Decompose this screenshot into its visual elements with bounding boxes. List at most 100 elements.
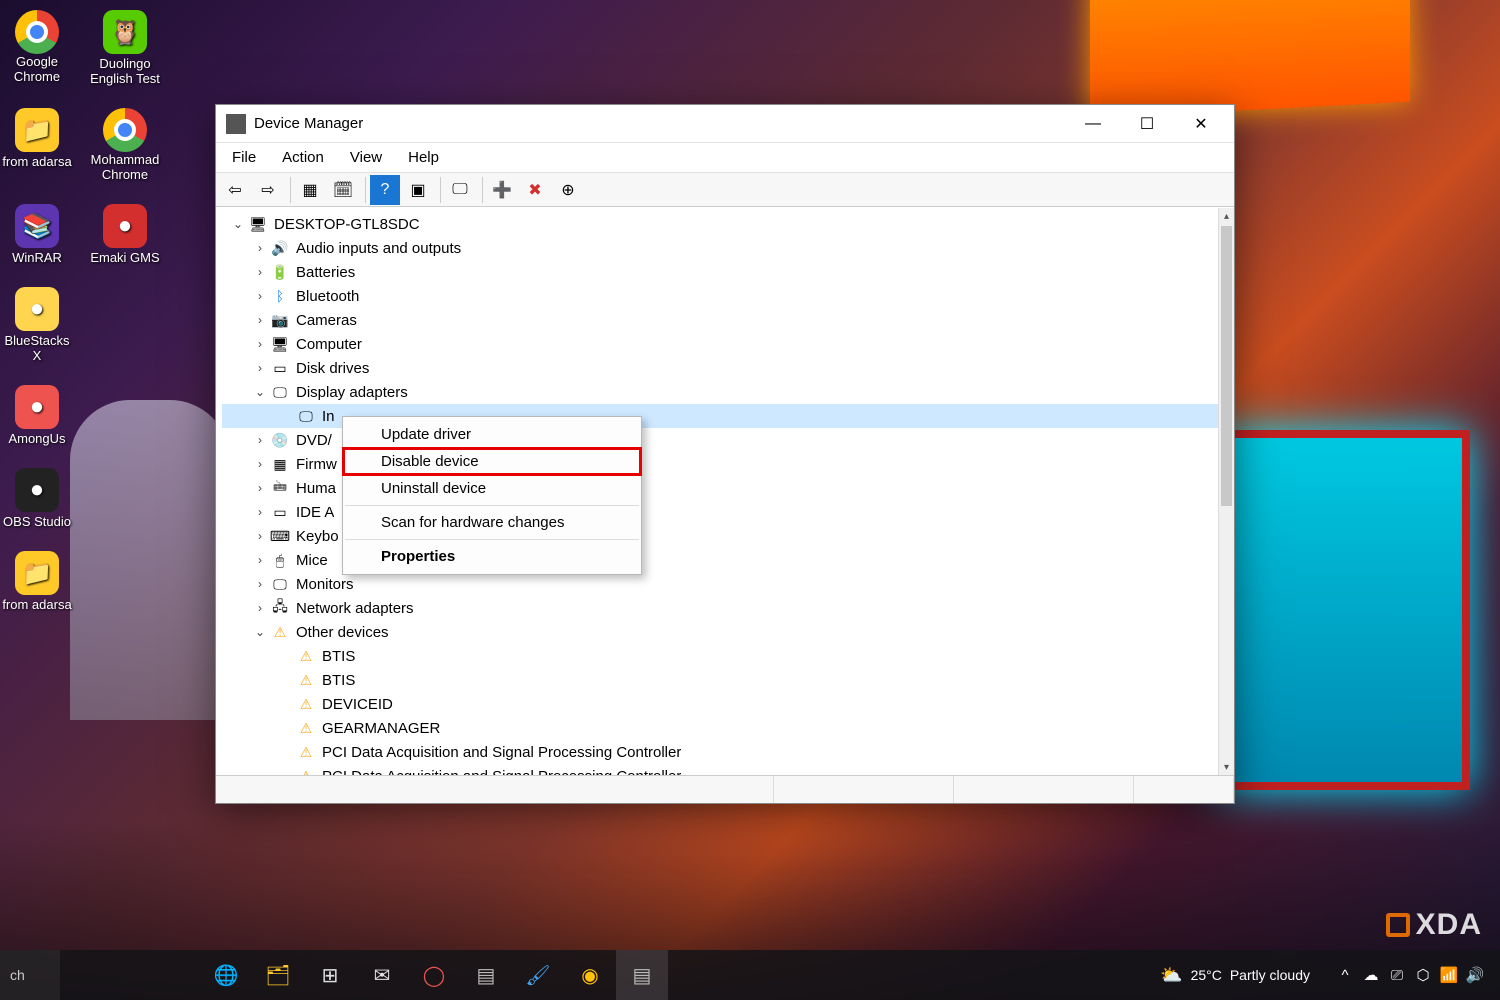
chevron-none — [278, 672, 294, 688]
watermark-xda: XDA — [1386, 908, 1482, 942]
toolbar-enable-button[interactable]: ➕ — [487, 175, 517, 205]
desktop-icon[interactable]: 🦉Duolingo English Test — [90, 10, 160, 86]
context-menu-item-disable-device[interactable]: Disable device — [343, 448, 641, 475]
tree-node[interactable]: ›🖥Computer — [222, 332, 1218, 356]
tree-node[interactable]: ›📷Cameras — [222, 308, 1218, 332]
tray-icon-0[interactable]: ^ — [1332, 950, 1358, 1000]
tree-node[interactable]: ›🔋Batteries — [222, 260, 1218, 284]
scroll-thumb[interactable] — [1221, 226, 1232, 506]
chevron-right-icon[interactable]: › — [252, 336, 268, 352]
chevron-down-icon[interactable]: ⌄ — [252, 624, 268, 640]
maximize-button[interactable]: ☐ — [1120, 106, 1174, 142]
taskbar-pin-devmgr[interactable]: ▤ — [460, 950, 512, 1000]
desktop-icon[interactable]: ●OBS Studio — [2, 468, 72, 529]
desktop-icon[interactable]: ●AmongUs — [2, 385, 72, 446]
wallpaper-accent — [1090, 0, 1410, 118]
taskbar-pin-chrome[interactable]: ◉ — [564, 950, 616, 1000]
chevron-right-icon[interactable]: › — [252, 264, 268, 280]
tree-node[interactable]: ›🖵Monitors — [222, 572, 1218, 596]
tree-node[interactable]: ⌄⚠Other devices — [222, 620, 1218, 644]
device-icon: ⚠ — [296, 671, 316, 689]
tray-icon-1[interactable]: ☁ — [1358, 950, 1384, 1000]
desktop-icon[interactable]: 📁from adarsa — [2, 551, 72, 612]
scroll-down-button[interactable]: ▾ — [1219, 759, 1234, 775]
taskbar-pins: 🌐🗂⊞✉◯▤🖌◉▤ — [200, 950, 668, 1000]
desktop-icon[interactable]: Google Chrome — [2, 10, 72, 86]
context-menu-item-properties[interactable]: Properties — [343, 543, 641, 570]
tray-icon-4[interactable]: 📶 — [1436, 950, 1462, 1000]
tray-icon-3[interactable]: ⬡ — [1410, 950, 1436, 1000]
chevron-right-icon[interactable]: › — [252, 528, 268, 544]
toolbar-help-button[interactable]: ? — [370, 175, 400, 205]
tray-icon-5[interactable]: 🔊 — [1462, 950, 1488, 1000]
toolbar-separator — [290, 177, 291, 203]
chevron-right-icon[interactable]: › — [252, 480, 268, 496]
menu-help[interactable]: Help — [396, 146, 451, 169]
context-menu-item-update-driver[interactable]: Update driver — [343, 421, 641, 448]
scroll-up-button[interactable]: ▴ — [1219, 208, 1234, 224]
desktop-icon[interactable]: 📚WinRAR — [2, 204, 72, 265]
toolbar-back-button[interactable]: ⇦ — [220, 175, 250, 205]
tree-node[interactable]: ›ᛒBluetooth — [222, 284, 1218, 308]
taskbar-pin-edge[interactable]: 🌐 — [200, 950, 252, 1000]
tree-node[interactable]: ⚠GEARMANAGER — [222, 716, 1218, 740]
tree-node[interactable]: ⚠DEVICEID — [222, 692, 1218, 716]
minimize-button[interactable]: — — [1066, 106, 1120, 142]
menu-view[interactable]: View — [338, 146, 394, 169]
tree-node[interactable]: ⚠BTIS — [222, 668, 1218, 692]
taskbar-pin-devmgr2[interactable]: ▤ — [616, 950, 668, 1000]
tree-node[interactable]: ⚠PCI Data Acquisition and Signal Process… — [222, 764, 1218, 775]
toolbar-monitor-button[interactable]: 🖵 — [445, 175, 475, 205]
desktop-icon-label: Google Chrome — [2, 54, 72, 84]
tree-node[interactable]: ›🖧Network adapters — [222, 596, 1218, 620]
chevron-right-icon[interactable]: › — [252, 504, 268, 520]
toolbar-refresh-button[interactable]: 🗓 — [328, 175, 358, 205]
context-menu-item-scan-for-hardware-changes[interactable]: Scan for hardware changes — [343, 509, 641, 536]
menu-file[interactable]: File — [220, 146, 268, 169]
tree-node[interactable]: ⌄🖵Display adapters — [222, 380, 1218, 404]
chevron-down-icon[interactable]: ⌄ — [252, 384, 268, 400]
context-menu-item-uninstall-device[interactable]: Uninstall device — [343, 475, 641, 502]
tree-node[interactable]: ›▭Disk drives — [222, 356, 1218, 380]
chevron-right-icon[interactable]: › — [252, 240, 268, 256]
tree-node-label: DVD/ — [296, 432, 332, 449]
toolbar-forward-button[interactable]: ⇨ — [253, 175, 283, 205]
chevron-right-icon[interactable]: › — [252, 456, 268, 472]
chevron-down-icon[interactable]: ⌄ — [230, 216, 246, 232]
toolbar-update-arrow-button[interactable]: ⊕ — [553, 175, 583, 205]
titlebar[interactable]: Device Manager — ☐ ✕ — [216, 105, 1234, 143]
tray-icon-2[interactable]: ⎚ — [1384, 950, 1410, 1000]
weather-temp[interactable]: 25°C — [1191, 967, 1222, 983]
taskbar-pin-store[interactable]: ⊞ — [304, 950, 356, 1000]
chevron-right-icon[interactable]: › — [252, 432, 268, 448]
toolbar-show-hidden-button[interactable]: ▦ — [295, 175, 325, 205]
chevron-right-icon[interactable]: › — [252, 600, 268, 616]
desktop-icon[interactable]: 📁from adarsa — [2, 108, 72, 182]
toolbar-scan-button[interactable]: ▣ — [403, 175, 433, 205]
taskbar-pin-opera[interactable]: ◯ — [408, 950, 460, 1000]
weather-text[interactable]: Partly cloudy — [1230, 967, 1310, 983]
desktop-icon[interactable]: Mohammad Chrome — [90, 108, 160, 182]
taskbar-search[interactable]: ch — [0, 950, 60, 1000]
desktop-icon[interactable]: ●Emaki GMS — [90, 204, 160, 265]
taskbar-pin-explorer[interactable]: 🗂 — [252, 950, 304, 1000]
chevron-right-icon[interactable]: › — [252, 288, 268, 304]
chevron-right-icon[interactable]: › — [252, 312, 268, 328]
desktop-icon-label: Mohammad Chrome — [90, 152, 160, 182]
taskbar-pin-mail[interactable]: ✉ — [356, 950, 408, 1000]
chevron-right-icon[interactable]: › — [252, 576, 268, 592]
chevron-right-icon[interactable]: › — [252, 360, 268, 376]
taskbar-pin-paint[interactable]: 🖌 — [512, 950, 564, 1000]
chevron-right-icon[interactable]: › — [252, 552, 268, 568]
toolbar-disable-button[interactable]: ✖ — [520, 175, 550, 205]
tree-node-label: Computer — [296, 336, 362, 353]
tree-node[interactable]: ›🔊Audio inputs and outputs — [222, 236, 1218, 260]
close-button[interactable]: ✕ — [1174, 106, 1228, 142]
tree-node[interactable]: ⚠BTIS — [222, 644, 1218, 668]
tree-node[interactable]: ⌄🖥DESKTOP-GTL8SDC — [222, 212, 1218, 236]
tree-node[interactable]: ⚠PCI Data Acquisition and Signal Process… — [222, 740, 1218, 764]
menu-action[interactable]: Action — [270, 146, 336, 169]
desktop-icon[interactable]: ●BlueStacks X — [2, 287, 72, 363]
scrollbar-vertical[interactable]: ▴ ▾ — [1218, 208, 1234, 775]
weather-icon[interactable]: ⛅ — [1160, 965, 1182, 986]
